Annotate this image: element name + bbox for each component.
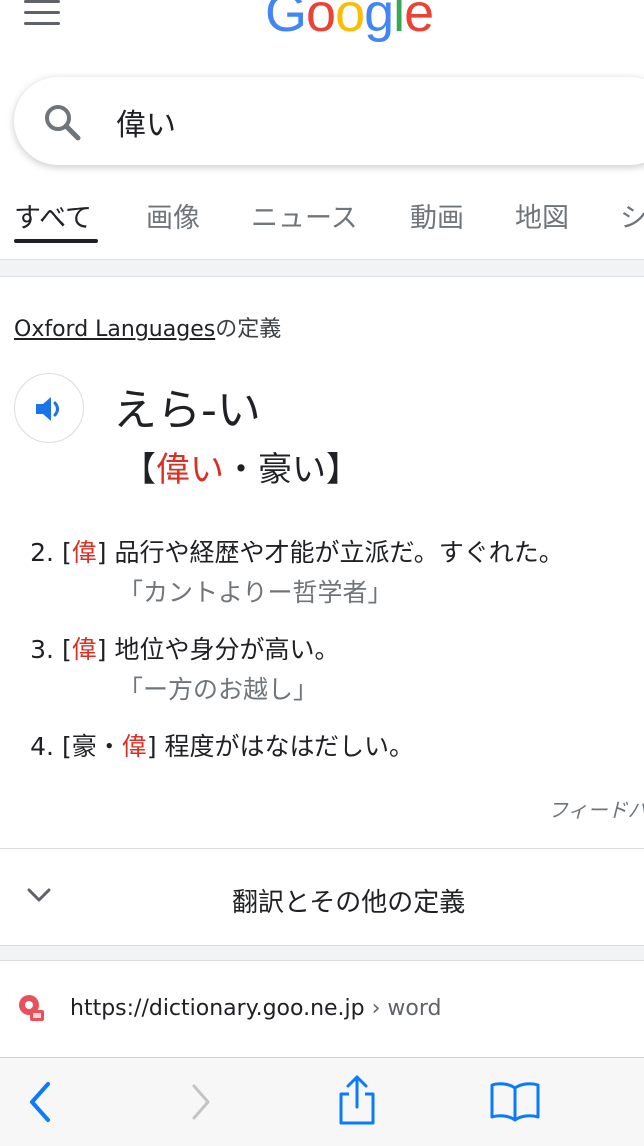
- source-link[interactable]: Oxford Languages: [14, 317, 215, 342]
- bookmarks-icon[interactable]: [489, 1080, 541, 1122]
- tab-shopping[interactable]: シ: [620, 196, 644, 235]
- result-url[interactable]: https://dictionary.goo.ne.jp › word: [70, 996, 442, 1021]
- back-icon[interactable]: [26, 1080, 56, 1124]
- search-input[interactable]: 偉い: [116, 100, 176, 144]
- active-tab-indicator: [14, 239, 98, 243]
- section-gap: [0, 260, 644, 276]
- section-gap: [0, 946, 644, 960]
- share-icon[interactable]: [336, 1074, 378, 1126]
- search-icon[interactable]: [42, 102, 82, 142]
- site-favicon-icon: [19, 995, 44, 1021]
- headword: えら-い: [113, 385, 261, 436]
- usage-example: 「ー方のお越し」: [118, 675, 319, 704]
- pronunciation-button[interactable]: [14, 373, 84, 443]
- divider: [0, 960, 644, 961]
- dictionary-source: Oxford Languagesの定義: [14, 311, 281, 343]
- tab-news[interactable]: ニュース: [251, 196, 358, 235]
- divider: [0, 276, 644, 277]
- search-box[interactable]: [14, 77, 644, 165]
- forward-icon[interactable]: [186, 1080, 216, 1124]
- tab-maps[interactable]: 地図: [515, 196, 569, 235]
- tab-videos[interactable]: 動画: [410, 196, 464, 235]
- google-logo[interactable]: Google: [265, 0, 434, 44]
- definition-sense: 3. [偉] 地位や身分が高い。: [30, 635, 340, 664]
- tab-images[interactable]: 画像: [146, 196, 200, 235]
- browser-toolbar: [0, 1057, 644, 1146]
- definition-sense: 4. [豪・偉] 程度がはなはだしい。: [30, 732, 415, 761]
- usage-example: 「カントよりー哲学者」: [118, 578, 393, 607]
- source-suffix: の定義: [215, 317, 282, 342]
- menu-icon[interactable]: [24, 0, 62, 26]
- kanji-forms: 【偉い・豪い】: [122, 450, 360, 490]
- speaker-icon: [36, 397, 59, 421]
- more-definitions-label: 翻訳とその他の定義: [232, 888, 466, 918]
- chevron-down-icon: [27, 888, 51, 902]
- feedback-link[interactable]: フィードバ: [548, 794, 644, 823]
- tab-all[interactable]: すべて: [14, 196, 92, 235]
- definition-sense: 2. [偉] 品行や経歴や才能が立派だ。すぐれた。: [30, 538, 564, 567]
